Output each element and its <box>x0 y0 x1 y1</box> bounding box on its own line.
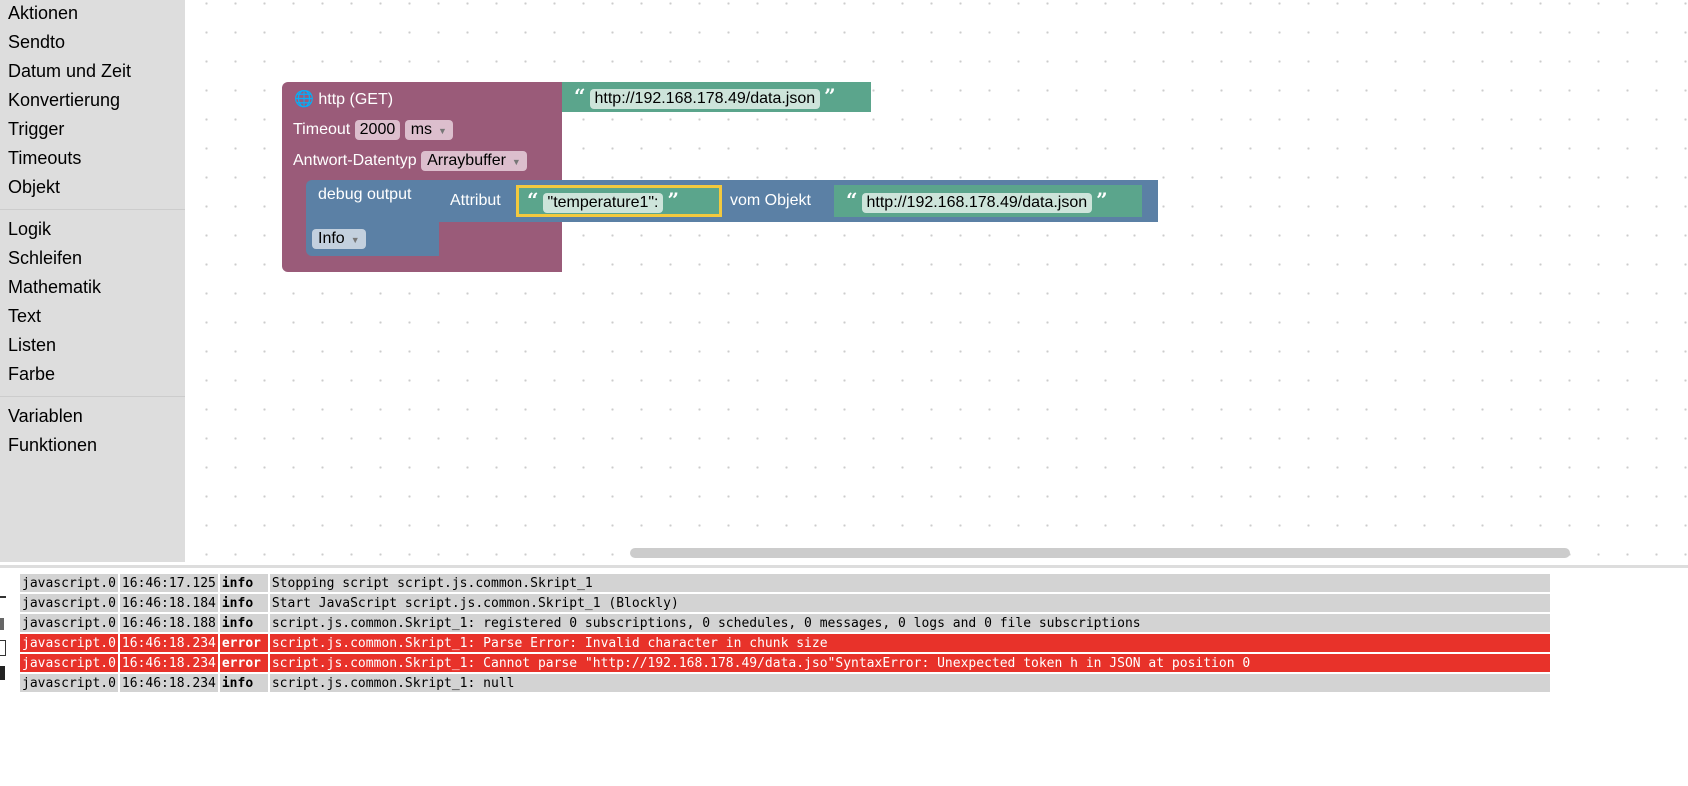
log-time: 16:46:18.234 <box>119 674 218 692</box>
sidebar-category[interactable]: Aktionen <box>0 0 185 29</box>
sidebar-category[interactable]: Sendto <box>0 29 185 58</box>
sidebar-category[interactable]: Datum und Zeit <box>0 58 185 87</box>
http-block-title-row: 🌐 http (GET) <box>294 89 393 109</box>
log-row: javascript.0 16:46:18.234 info script.js.co… <box>20 674 1550 692</box>
log-message: Stopping script script.js.common.Skript_… <box>269 574 1550 592</box>
sidebar-category[interactable]: Schleifen <box>0 245 185 274</box>
copy-icon[interactable] <box>0 640 6 656</box>
debug-output-block[interactable]: debug output Info ▼ <box>306 180 439 256</box>
log-row: javascript.0 16:46:18.184 info Start JavaSc… <box>20 594 1550 612</box>
attribute-label: Attribut <box>450 192 501 209</box>
log-row: javascript.0 16:46:17.125 info Stopping scr… <box>20 574 1550 592</box>
log-toolbar <box>0 596 8 680</box>
log-message: script.js.common.Skript_1: null <box>269 674 1550 692</box>
response-type-dropdown[interactable]: Arraybuffer ▼ <box>421 151 527 171</box>
dropdown-arrow-icon: ▼ <box>350 235 360 245</box>
close-quote-icon: ” <box>667 188 679 212</box>
globe-icon: 🌐 <box>294 91 314 108</box>
sidebar-separator <box>0 209 185 210</box>
log-message: script.js.common.Skript_1: Parse Error: … <box>269 634 1550 652</box>
toolbox-sidebar: Aktionen Sendto Datum und Zeit Konvertierun… <box>0 0 185 562</box>
sidebar-category[interactable]: Mathematik <box>0 274 185 303</box>
log-severity: info <box>219 674 268 692</box>
http-block-title: http (GET) <box>318 91 394 108</box>
log-panel: javascript.0 16:46:17.125 info Stopping scr… <box>0 565 1688 786</box>
attribute-input[interactable]: "temperature1": <box>542 193 664 213</box>
sidebar-separator <box>0 396 185 397</box>
log-time: 16:46:18.188 <box>119 614 218 632</box>
dropdown-arrow-icon: ▼ <box>438 126 447 136</box>
log-source: javascript.0 <box>20 654 118 672</box>
sidebar-category[interactable]: Logik <box>0 216 185 245</box>
log-row: javascript.0 16:46:18.234 error script.js.c… <box>20 634 1550 652</box>
attribute-block[interactable]: Attribut “"temperature1":” vom Objekt “h… <box>430 180 1158 222</box>
log-source: javascript.0 <box>20 634 118 652</box>
log-row: javascript.0 16:46:18.188 info script.js.co… <box>20 614 1550 632</box>
log-time: 16:46:18.234 <box>119 634 218 652</box>
log-source: javascript.0 <box>20 674 118 692</box>
response-type-label: Antwort-Datentyp <box>293 152 417 169</box>
sidebar-category[interactable]: Listen <box>0 332 185 361</box>
open-quote-icon: “ <box>574 84 586 108</box>
close-quote-icon: ” <box>824 84 836 108</box>
close-quote-icon: ” <box>1096 188 1108 212</box>
sidebar-category[interactable]: Funktionen <box>0 432 185 461</box>
log-time: 16:46:18.234 <box>119 654 218 672</box>
log-source: javascript.0 <box>20 594 118 612</box>
sidebar-category[interactable]: Konvertierung <box>0 87 185 116</box>
sidebar-category[interactable]: Trigger <box>0 116 185 145</box>
response-type-value: Arraybuffer <box>427 152 506 169</box>
log-source: javascript.0 <box>20 614 118 632</box>
timeout-input[interactable]: 2000 <box>354 120 401 140</box>
sidebar-category[interactable]: Timeouts <box>0 145 185 174</box>
log-message: Start JavaScript script.js.common.Skript… <box>269 594 1550 612</box>
timeout-label: Timeout <box>293 121 351 138</box>
minus-icon[interactable] <box>0 596 6 598</box>
workspace-horizontal-scrollbar[interactable] <box>630 548 1570 558</box>
log-severity: info <box>219 574 268 592</box>
debug-level-dropdown[interactable]: Info ▼ <box>312 229 366 249</box>
pause-icon[interactable] <box>0 666 5 680</box>
url-text-block[interactable]: “http://192.168.178.49/data.json” <box>562 82 871 112</box>
log-message: script.js.common.Skript_1: registered 0 … <box>269 614 1550 632</box>
log-severity: info <box>219 614 268 632</box>
from-object-label: vom Objekt <box>730 192 811 209</box>
sidebar-category[interactable]: Objekt <box>0 174 185 203</box>
debug-output-title: debug output <box>318 186 412 203</box>
log-row: javascript.0 16:46:18.234 error script.js.c… <box>20 654 1550 672</box>
log-time: 16:46:17.125 <box>119 574 218 592</box>
dropdown-arrow-icon: ▼ <box>511 157 521 167</box>
timeout-unit-value: ms <box>410 121 433 138</box>
open-quote-icon: “ <box>527 188 539 212</box>
url-input[interactable]: http://192.168.178.49/data.json <box>589 89 821 109</box>
log-severity: info <box>219 594 268 612</box>
object-input[interactable]: http://192.168.178.49/data.json <box>861 193 1093 213</box>
log-message: script.js.common.Skript_1: Cannot parse … <box>269 654 1550 672</box>
log-source: javascript.0 <box>20 574 118 592</box>
sidebar-category[interactable]: Variablen <box>0 403 185 432</box>
blockly-workspace[interactable]: 🌐 http (GET) Timeout 2000 ms ▼ Antwort-Da… <box>186 0 1688 562</box>
open-quote-icon: “ <box>846 188 858 212</box>
log-severity: error <box>219 654 268 672</box>
log-time: 16:46:18.184 <box>119 594 218 612</box>
log-severity: error <box>219 634 268 652</box>
timeout-unit-dropdown[interactable]: ms ▼ <box>404 120 453 140</box>
trash-icon[interactable] <box>0 618 4 630</box>
sidebar-category[interactable]: Farbe <box>0 361 185 390</box>
sidebar-category[interactable]: Text <box>0 303 185 332</box>
debug-level-value: Info <box>318 230 345 247</box>
log-table: javascript.0 16:46:17.125 info Stopping scr… <box>18 572 1552 694</box>
